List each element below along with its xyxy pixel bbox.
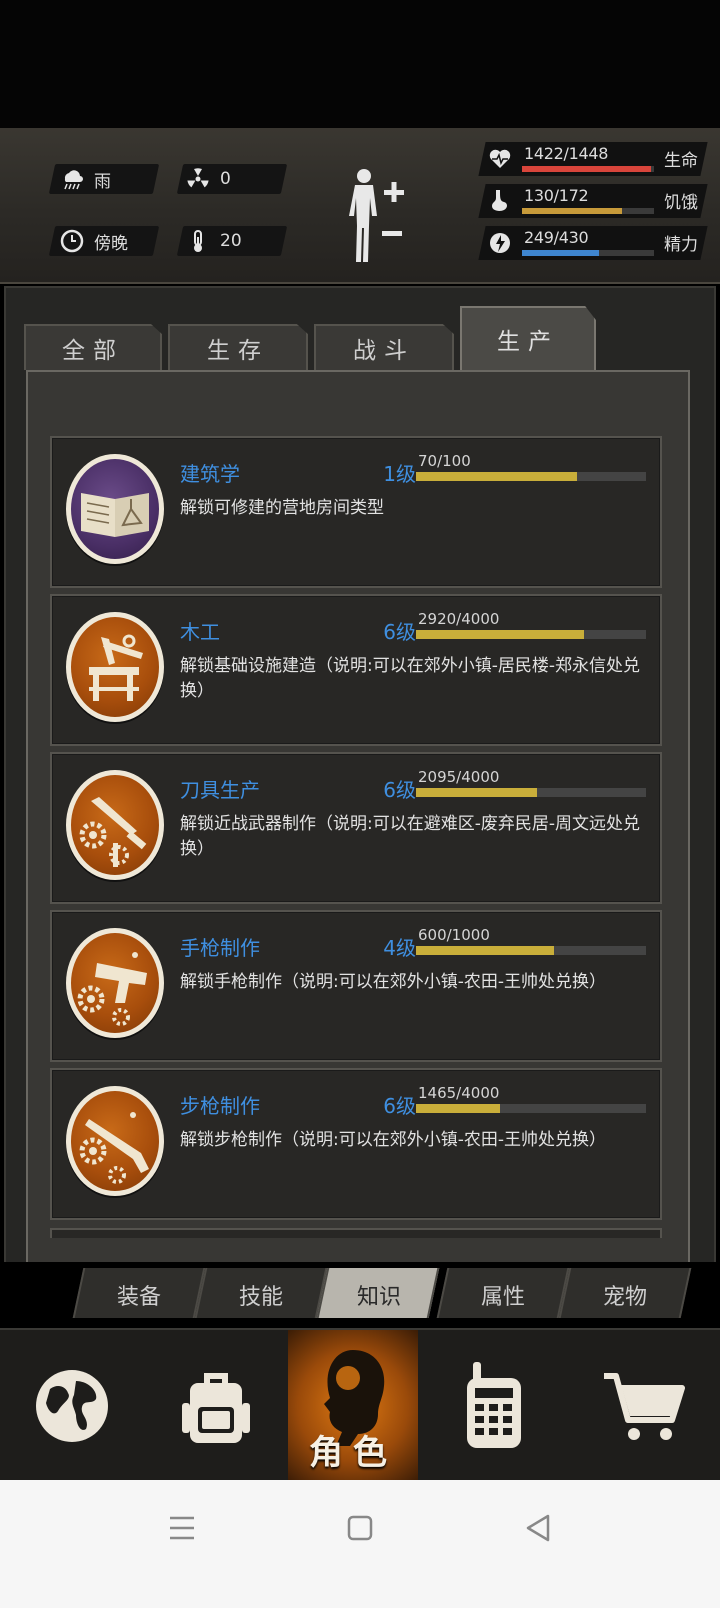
energy-bar-fill [522,250,599,256]
skill-card-knife-production[interactable]: 刀具生产 6级 2095/4000 解锁近战武器制作（说明:可以在避难区-废弃民… [50,752,662,904]
temperature-indicator: 20 [186,226,242,256]
weather-label: 雨 [94,171,111,192]
skill-card-woodwork[interactable]: 木工 6级 2920/4000 解锁基础设施建造（说明:可以在郊外小镇-居民楼-… [50,594,662,746]
bottom-navigation: 角色 [0,1328,720,1482]
skill-level: 4级 [383,936,416,960]
subtab-pets[interactable]: 宠物 [564,1279,686,1311]
rain-icon [60,167,84,191]
skill-card-rifle-crafting[interactable]: 步枪制作 6级 1465/4000 解锁步枪制作（说明:可以在郊外小镇-农田-王… [50,1068,662,1220]
back-icon[interactable] [518,1508,558,1548]
subtab-attributes[interactable]: 属性 [442,1279,564,1311]
thermometer-icon [186,229,210,253]
home-icon[interactable] [340,1508,380,1548]
skill-card-pistol-crafting[interactable]: 手枪制作 4级 600/1000 解锁手枪制作（说明:可以在郊外小镇-农田-王帅… [50,910,662,1062]
tab-production[interactable]: 生产 [460,306,596,370]
nav-character-button[interactable]: 角色 [288,1330,418,1482]
knowledge-panel: 全部 生存 战斗 生产 建筑学 1级 70/100 解锁可修建的营地房间类型 木… [4,286,716,1290]
skill-list[interactable]: 建筑学 1级 70/100 解锁可修建的营地房间类型 木工 6级 2920/40… [26,370,690,1276]
health-stat: 1422/1448 生命 [478,142,708,176]
time-indicator: 傍晚 [60,226,128,256]
skill-badge [66,612,164,722]
skill-progress-fill [416,788,537,797]
energy-icon [490,233,510,253]
body-status-figure[interactable] [346,166,416,266]
hunger-bar-fill [522,208,623,214]
skill-badge [66,1086,164,1196]
hunger-label: 饥饿 [664,193,698,213]
skill-progress-text: 2095/4000 [418,768,500,786]
health-bar-fill [522,166,652,172]
woodwork-icon [89,634,143,701]
temperature-value: 20 [220,231,242,251]
heart-icon [489,149,511,168]
time-of-day-label: 傍晚 [94,233,128,254]
subtab-equipment[interactable]: 装备 [78,1279,200,1311]
pistol-craft-icon [77,952,147,1026]
book-icon [81,493,149,537]
nav-character-label: 角色 [309,1433,397,1473]
weather-indicator: 雨 [60,164,111,194]
skill-description: 解锁手枪制作（说明:可以在郊外小镇-农田-王帅处兑换） [180,972,606,992]
backpack-icon [182,1373,250,1443]
health-value: 1422/1448 [524,144,609,163]
tab-combat[interactable]: 战斗 [314,324,454,370]
skill-name: 步枪制作 [180,1094,260,1118]
nav-map-button[interactable] [0,1330,144,1482]
tab-survival[interactable]: 生存 [168,324,308,370]
skill-level: 1级 [383,462,416,486]
subtab-skills[interactable]: 技能 [200,1279,322,1311]
menu-icon[interactable] [162,1508,202,1548]
skill-name: 手枪制作 [180,936,260,960]
skill-progress-text: 70/100 [418,452,471,470]
body-figure-icon [349,169,404,262]
globe-icon [36,1370,108,1442]
skill-level: 6级 [383,778,416,802]
skill-progress-text: 600/1000 [418,926,490,944]
skill-badge [66,454,164,564]
status-header: 雨 0 傍晚 20 1422/1448 生命 130/172 饥饿 249/43… [0,128,720,284]
nav-backpack-button[interactable] [144,1330,288,1482]
energy-label: 精力 [664,235,698,255]
health-label: 生命 [664,151,698,171]
rifle-craft-icon [79,1112,149,1184]
character-subtabs: 装备 技能 知识 属性 宠物 [0,1262,720,1322]
hunger-stat: 130/172 饥饿 [478,184,708,218]
skill-name: 木工 [180,620,220,644]
skill-progress-fill [416,946,554,955]
skill-card-architecture[interactable]: 建筑学 1级 70/100 解锁可修建的营地房间类型 [50,436,662,588]
energy-stat: 249/430 精力 [478,226,708,260]
skill-level: 6级 [383,620,416,644]
system-navigation-bar [0,1480,720,1608]
radiation-indicator: 0 [186,164,231,194]
next-skill-card-edge [50,1228,662,1238]
skill-progress-fill [416,1104,501,1113]
skill-progress-fill [416,472,577,481]
radio-icon [467,1362,521,1448]
skill-progress-text: 1465/4000 [418,1084,500,1102]
radiation-value: 0 [220,169,231,189]
skill-level: 6级 [383,1094,416,1118]
cart-icon [604,1373,685,1440]
clock-icon [60,229,84,253]
subtab-knowledge[interactable]: 知识 [318,1279,440,1311]
skill-name: 建筑学 [180,462,240,486]
skill-badge [66,928,164,1038]
skill-name: 刀具生产 [180,778,260,802]
skill-progress-text: 2920/4000 [418,610,500,628]
skill-description: 解锁可修建的营地房间类型 [180,498,384,518]
top-black-area [0,0,720,128]
skill-badge [66,770,164,880]
skill-description: 解锁基础设施建造（说明:可以在郊外小镇-居民楼-郑永信处兑换） [180,656,640,701]
radiation-icon [186,167,210,191]
hunger-value: 130/172 [524,186,589,205]
nav-radio-button[interactable] [418,1330,570,1482]
energy-value: 249/430 [524,228,589,247]
skill-progress-fill [416,630,584,639]
knife-craft-icon [79,797,147,867]
tab-all[interactable]: 全部 [24,324,162,370]
nav-shop-button[interactable] [570,1330,720,1482]
skill-description: 解锁近战武器制作（说明:可以在避难区-废弃民居-周文远处兑换） [180,814,640,859]
skill-description: 解锁步枪制作（说明:可以在郊外小镇-农田-王帅处兑换） [180,1130,606,1150]
stomach-icon [492,190,507,211]
